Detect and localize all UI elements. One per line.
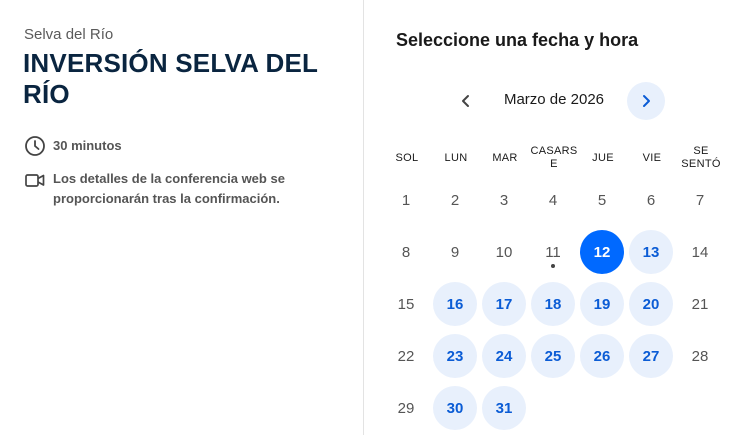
unavailable-day: 5 [597,191,607,209]
video-camera-icon [24,169,46,191]
unavailable-day: 2 [450,191,460,209]
duration-row: 30 minutos [24,135,122,157]
scheduling-page: Selva del Río INVERSIÓN SELVA DEL RÍO 30… [0,0,739,435]
unavailable-day: 1 [401,191,411,209]
available-day[interactable]: 16 [433,282,477,326]
unavailable-day: 14 [691,243,709,261]
available-day[interactable]: 18 [531,282,575,326]
previous-month-button[interactable] [447,82,485,120]
weekday-label: LUN [444,152,468,164]
weekday-label: MAR [492,152,518,164]
available-day[interactable]: 17 [482,282,526,326]
event-title: INVERSIÓN SELVA DEL RÍO [23,48,318,109]
month-label: Marzo de 2026 [503,91,605,108]
available-day[interactable]: 20 [629,282,673,326]
unavailable-day: 28 [691,347,709,365]
month-navigation: Marzo de 2026 [364,82,739,120]
chevron-right-icon [643,95,650,107]
unavailable-day: 6 [646,191,656,209]
chevron-left-icon [462,95,469,107]
conference-row: Los detalles de la conferencia web se pr… [24,169,323,209]
available-day[interactable]: 23 [433,334,477,378]
unavailable-day: 29 [397,399,415,417]
unavailable-day: 11 [531,230,575,274]
unavailable-day: 8 [401,243,411,261]
event-details-panel: Selva del Río INVERSIÓN SELVA DEL RÍO 30… [0,0,363,435]
weekday-label: SE SENTÓ [681,145,721,170]
available-day[interactable]: 31 [482,386,526,430]
available-day[interactable]: 13 [629,230,673,274]
calendar-panel: Seleccione una fecha y hora Marzo de 202… [364,0,739,435]
available-day[interactable]: 24 [482,334,526,378]
unavailable-day: 15 [397,295,415,313]
duration-text: 30 minutos [53,138,122,153]
unavailable-day: 10 [495,243,513,261]
weekday-label: JUE [592,152,614,164]
selected-day[interactable]: 12 [580,230,624,274]
today-indicator-dot [551,264,555,268]
unavailable-day: 4 [548,191,558,209]
available-day[interactable]: 30 [433,386,477,430]
available-day[interactable]: 19 [580,282,624,326]
weekday-label: CASARS E [530,145,578,170]
unavailable-day: 9 [450,243,460,261]
available-day[interactable]: 25 [531,334,575,378]
available-day[interactable]: 26 [580,334,624,378]
unavailable-day: 21 [691,295,709,313]
weekday-header: SOL LUN MAR CASARS E JUE VIE SE SENTÓ [382,143,732,173]
calendar-heading: Seleccione una fecha y hora [396,30,639,50]
unavailable-day: 22 [397,347,415,365]
weekday-label: SOL [395,152,419,164]
organizer-name: Selva del Río [24,26,114,43]
available-day[interactable]: 27 [629,334,673,378]
unavailable-day: 3 [499,191,509,209]
clock-icon [24,135,46,157]
calendar-grid: 1 2 3 4 5 6 7 8 9 10 11 12 13 14 15 16 17 18 19 20 21 22 23 24 2… [382,178,732,435]
next-month-button[interactable] [627,82,665,120]
unavailable-day: 7 [695,191,705,209]
weekday-label: VIE [642,152,662,164]
conference-note: Los detalles de la conferencia web se pr… [53,171,285,206]
